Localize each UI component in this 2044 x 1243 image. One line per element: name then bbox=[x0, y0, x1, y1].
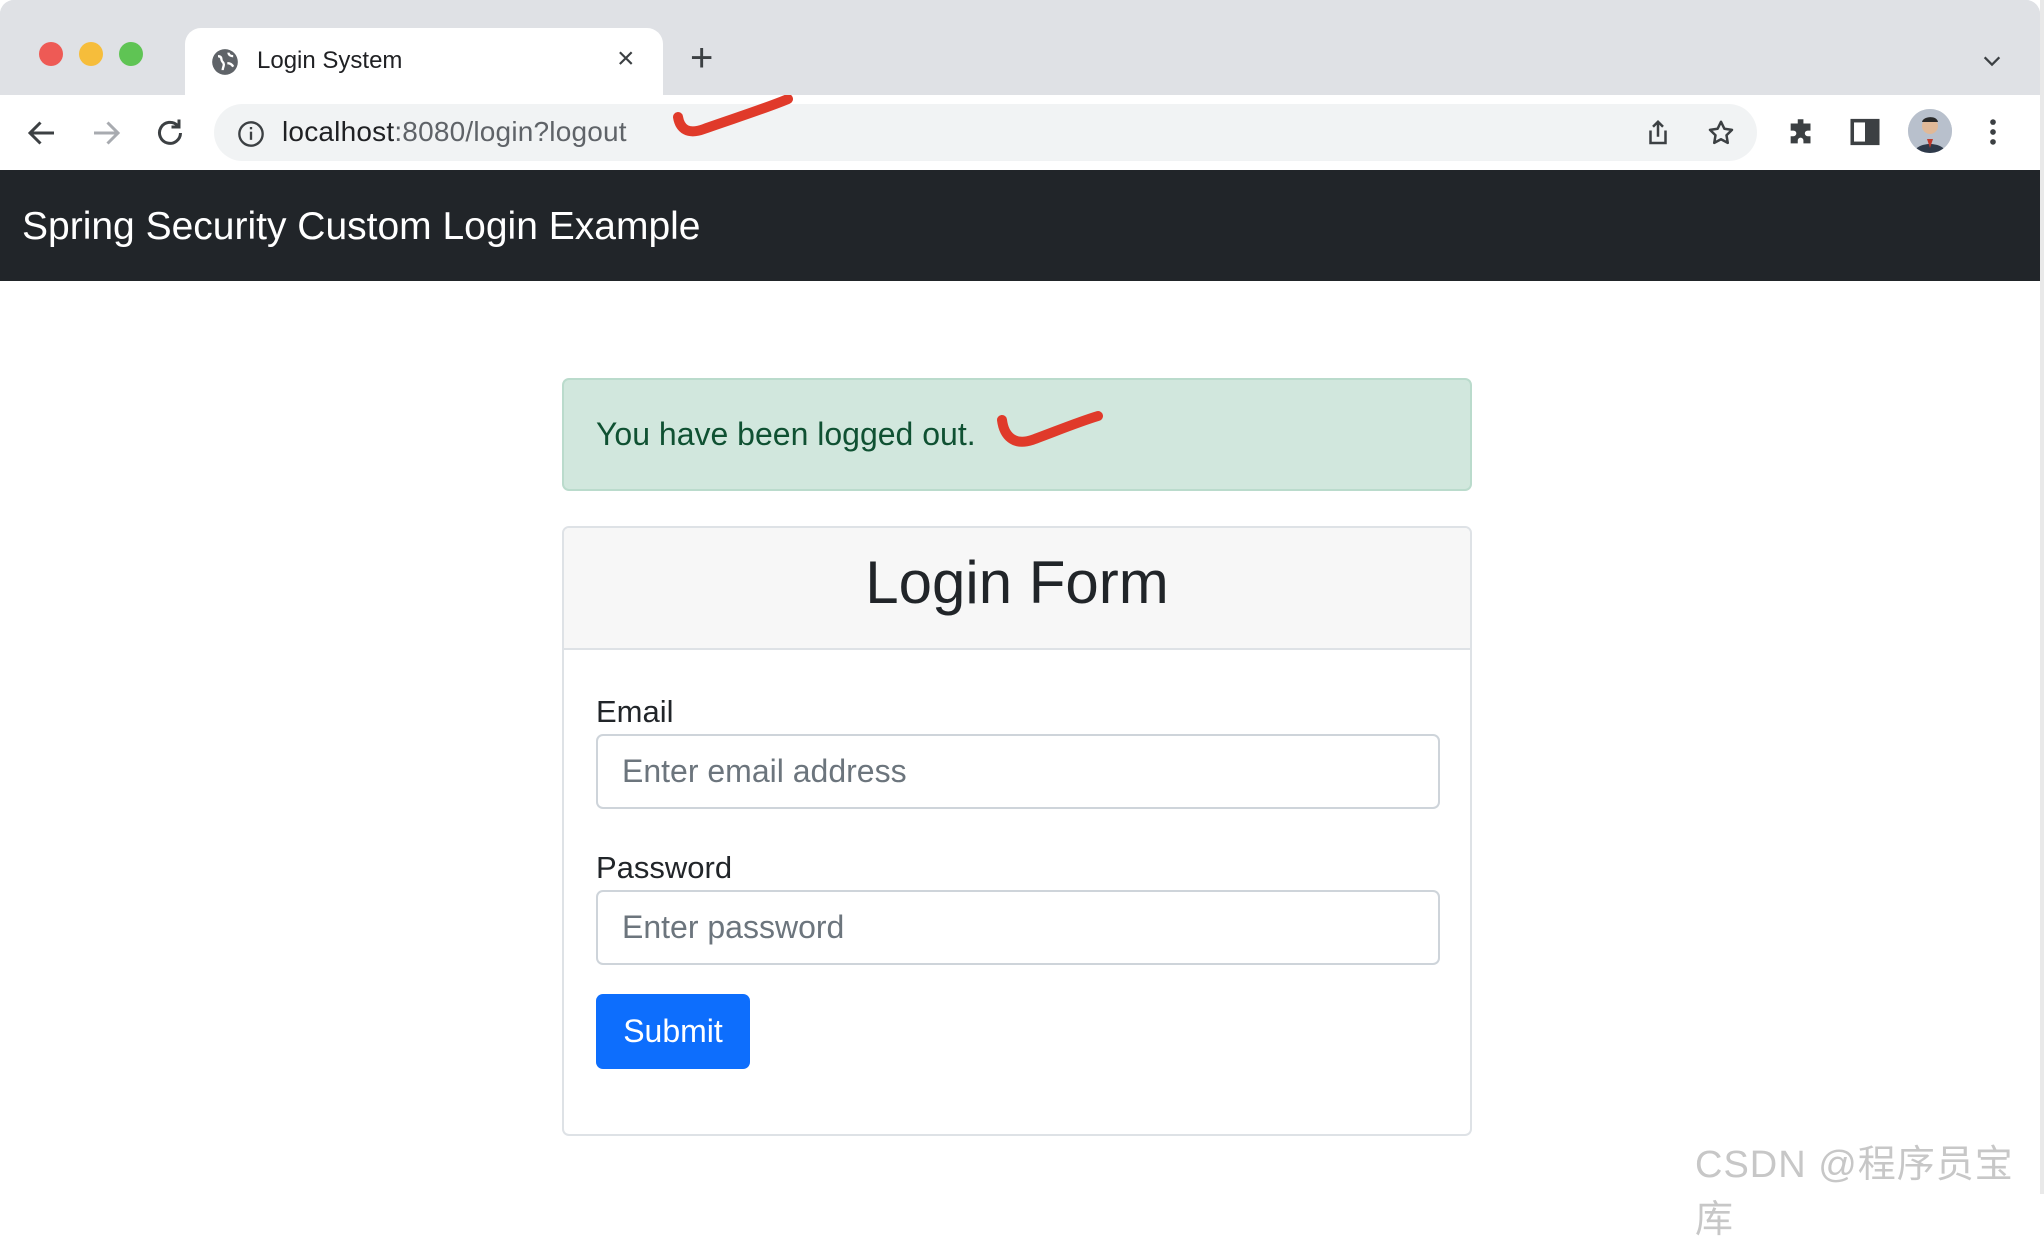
email-field[interactable] bbox=[596, 734, 1440, 809]
login-card: Login Form Email Password Submit bbox=[562, 526, 1472, 1136]
reload-icon[interactable] bbox=[152, 115, 188, 151]
browser-toolbar: localhost:8080/login?logout bbox=[0, 95, 2040, 171]
back-icon[interactable] bbox=[24, 115, 60, 151]
email-label: Email bbox=[596, 694, 674, 729]
zoom-window-button[interactable] bbox=[119, 42, 143, 66]
password-field[interactable] bbox=[596, 890, 1440, 965]
minimize-window-button[interactable] bbox=[79, 42, 103, 66]
window-edge bbox=[2040, 0, 2044, 1194]
info-icon[interactable] bbox=[237, 120, 265, 148]
navbar: Spring Security Custom Login Example bbox=[0, 170, 2040, 281]
more-icon[interactable] bbox=[1976, 115, 2010, 149]
tab-login-system[interactable]: Login System × bbox=[185, 28, 663, 95]
logout-alert: You have been logged out. bbox=[562, 378, 1472, 491]
url-host: localhost bbox=[282, 116, 395, 147]
globe-icon bbox=[212, 49, 238, 75]
page-content: Spring Security Custom Login Example You… bbox=[0, 170, 2040, 1182]
avatar-image bbox=[1908, 109, 1952, 153]
card-title: Login Form bbox=[865, 549, 1169, 616]
browser-window: Login System × + localhost:8080/login?lo… bbox=[0, 0, 2040, 1182]
annotation-check-mark bbox=[673, 95, 793, 137]
forward-icon[interactable] bbox=[88, 115, 124, 151]
avatar[interactable] bbox=[1908, 109, 1952, 153]
close-icon[interactable]: × bbox=[617, 42, 635, 76]
side-panel-icon[interactable] bbox=[1848, 115, 1882, 149]
card-header: Login Form bbox=[564, 528, 1470, 650]
close-window-button[interactable] bbox=[39, 42, 63, 66]
tab-title: Login System bbox=[257, 47, 403, 74]
url-path: :8080/login?logout bbox=[394, 116, 627, 147]
annotation-check-mark bbox=[997, 411, 1103, 447]
extensions-icon[interactable] bbox=[1785, 115, 1819, 149]
star-icon[interactable] bbox=[1706, 118, 1736, 148]
watermark: CSDN @程序员宝库 bbox=[1695, 1144, 2014, 1241]
plus-icon[interactable]: + bbox=[690, 38, 713, 78]
url-text[interactable]: localhost:8080/login?logout bbox=[282, 116, 627, 148]
password-label: Password bbox=[596, 850, 733, 885]
share-icon[interactable] bbox=[1643, 118, 1673, 148]
submit-button[interactable]: Submit bbox=[596, 994, 750, 1069]
address-bar[interactable]: localhost:8080/login?logout bbox=[214, 104, 1757, 161]
chevron-down-icon[interactable] bbox=[1981, 50, 2003, 72]
alert-message: You have been logged out. bbox=[596, 416, 976, 452]
tab-strip: Login System × + bbox=[0, 0, 2040, 95]
navbar-brand[interactable]: Spring Security Custom Login Example bbox=[22, 205, 700, 249]
